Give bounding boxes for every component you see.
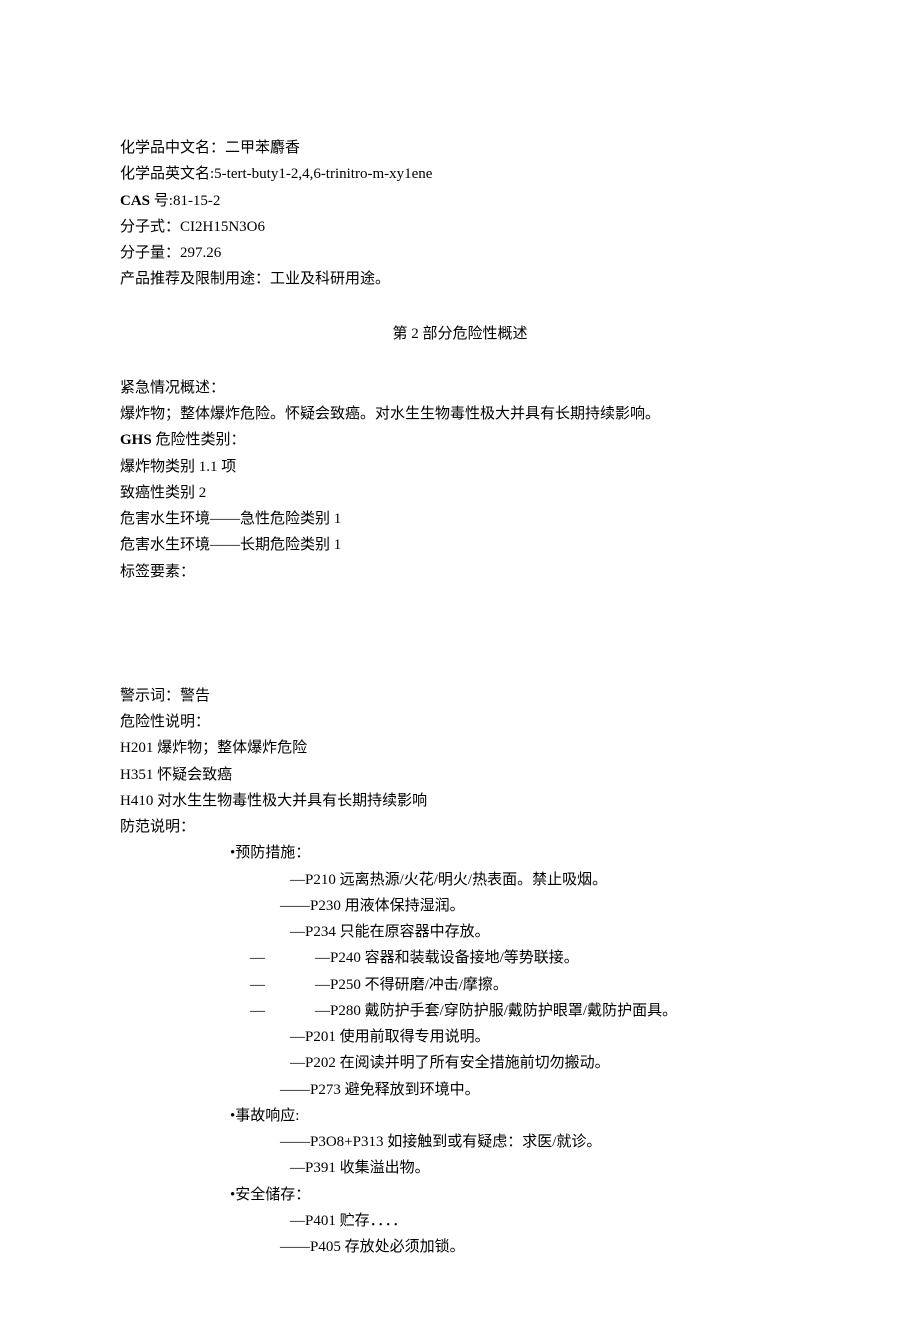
p240-dash: — [250, 950, 265, 966]
p240-row: — —P240 容器和装载设备接地/等势联接。 [120, 945, 800, 971]
h410: H410 对水生生物毒性极大并具有长期持续影响 [120, 788, 800, 814]
p280-row: — —P280 戴防护手套/穿防护服/戴防护眼罩/戴防护面具。 [120, 998, 800, 1024]
ghs-label: GHS [120, 432, 152, 448]
ghs-cat-2: 致癌性类别 2 [120, 480, 800, 506]
cas-value: 81-15-2 [173, 193, 221, 209]
p250-dash: — [250, 977, 265, 993]
document-page: 化学品中文名：二甲苯麝香 化学品英文名:5-tert-buty1-2,4,6-t… [0, 0, 920, 1320]
label-elements: 标签要素： [120, 559, 800, 585]
h351: H351 怀疑会致癌 [120, 762, 800, 788]
en-name-value: 5-tert-buty1-2,4,6-trinitro-m-xy1ene [214, 166, 432, 182]
en-name-row: 化学品英文名:5-tert-buty1-2,4,6-trinitro-m-xy1… [120, 161, 800, 187]
cas-suffix: 号: [150, 193, 173, 209]
p280-dash: — [250, 1003, 265, 1019]
mw-value: 297.26 [180, 245, 221, 261]
section-2-title: 第 2 部分危险性概述 [120, 321, 800, 347]
p401: —P401 贮存．．．． [120, 1208, 800, 1234]
cn-name-value: 二甲苯麝香 [225, 140, 300, 156]
emergency-label: 紧急情况概述： [120, 375, 800, 401]
p250-row: — —P250 不得研磨/冲击/摩擦。 [120, 972, 800, 998]
p202: —P202 在阅读并明了所有安全措施前切勿搬动。 [120, 1050, 800, 1076]
p210: —P210 远离热源/火花/明火/热表面。禁止吸烟。 [120, 867, 800, 893]
response-label: •事故响应: [120, 1103, 800, 1129]
ghs-cat-3: 危害水生环境——急性危险类别 1 [120, 506, 800, 532]
p405: ——P405 存放处必须加锁。 [120, 1234, 800, 1260]
formula-value: CI2H15N3O6 [180, 219, 265, 235]
ghs-cat-1: 爆炸物类别 1.1 项 [120, 454, 800, 480]
en-name-label: 化学品英文名: [120, 166, 214, 182]
cn-name-label: 化学品中文名： [120, 140, 225, 156]
mw-label: 分子量： [120, 245, 180, 261]
precaution-label: 防范说明： [120, 814, 800, 840]
storage-label: •安全储存： [120, 1182, 800, 1208]
ghs-suffix: 危险性类别： [152, 432, 246, 448]
p273: ——P273 避免释放到环境中。 [120, 1077, 800, 1103]
formula-row: 分子式：CI2H15N3O6 [120, 214, 800, 240]
p240: —P240 容器和装载设备接地/等势联接。 [315, 950, 579, 966]
formula-label: 分子式： [120, 219, 180, 235]
prevention-label: •预防措施： [120, 840, 800, 866]
h201: H201 爆炸物；整体爆炸危险 [120, 735, 800, 761]
cas-label: CAS [120, 193, 150, 209]
use-row: 产品推荐及限制用途：工业及科研用途。 [120, 266, 800, 292]
p308: ——P3O8+P313 如接触到或有疑虑：求医/就诊。 [120, 1129, 800, 1155]
p250: —P250 不得研磨/冲击/摩擦。 [315, 977, 508, 993]
p201: —P201 使用前取得专用说明。 [120, 1024, 800, 1050]
cn-name-row: 化学品中文名：二甲苯麝香 [120, 135, 800, 161]
hazard-stmt-label: 危险性说明： [120, 709, 800, 735]
cas-row: CAS 号:81-15-2 [120, 188, 800, 214]
p280: —P280 戴防护手套/穿防护服/戴防护眼罩/戴防护面具。 [315, 1003, 677, 1019]
use-text: 产品推荐及限制用途：工业及科研用途。 [120, 271, 390, 287]
signal-word: 警示词：警告 [120, 683, 800, 709]
p391: —P391 收集溢出物。 [120, 1155, 800, 1181]
p230: ——P230 用液体保持湿润。 [120, 893, 800, 919]
p234: —P234 只能在原容器中存放。 [120, 919, 800, 945]
ghs-row: GHS 危险性类别： [120, 427, 800, 453]
ghs-cat-4: 危害水生环境——长期危险类别 1 [120, 532, 800, 558]
mw-row: 分子量：297.26 [120, 240, 800, 266]
emergency-text: 爆炸物；整体爆炸危险。怀疑会致癌。对水生生物毒性极大并具有长期持续影响。 [120, 401, 800, 427]
